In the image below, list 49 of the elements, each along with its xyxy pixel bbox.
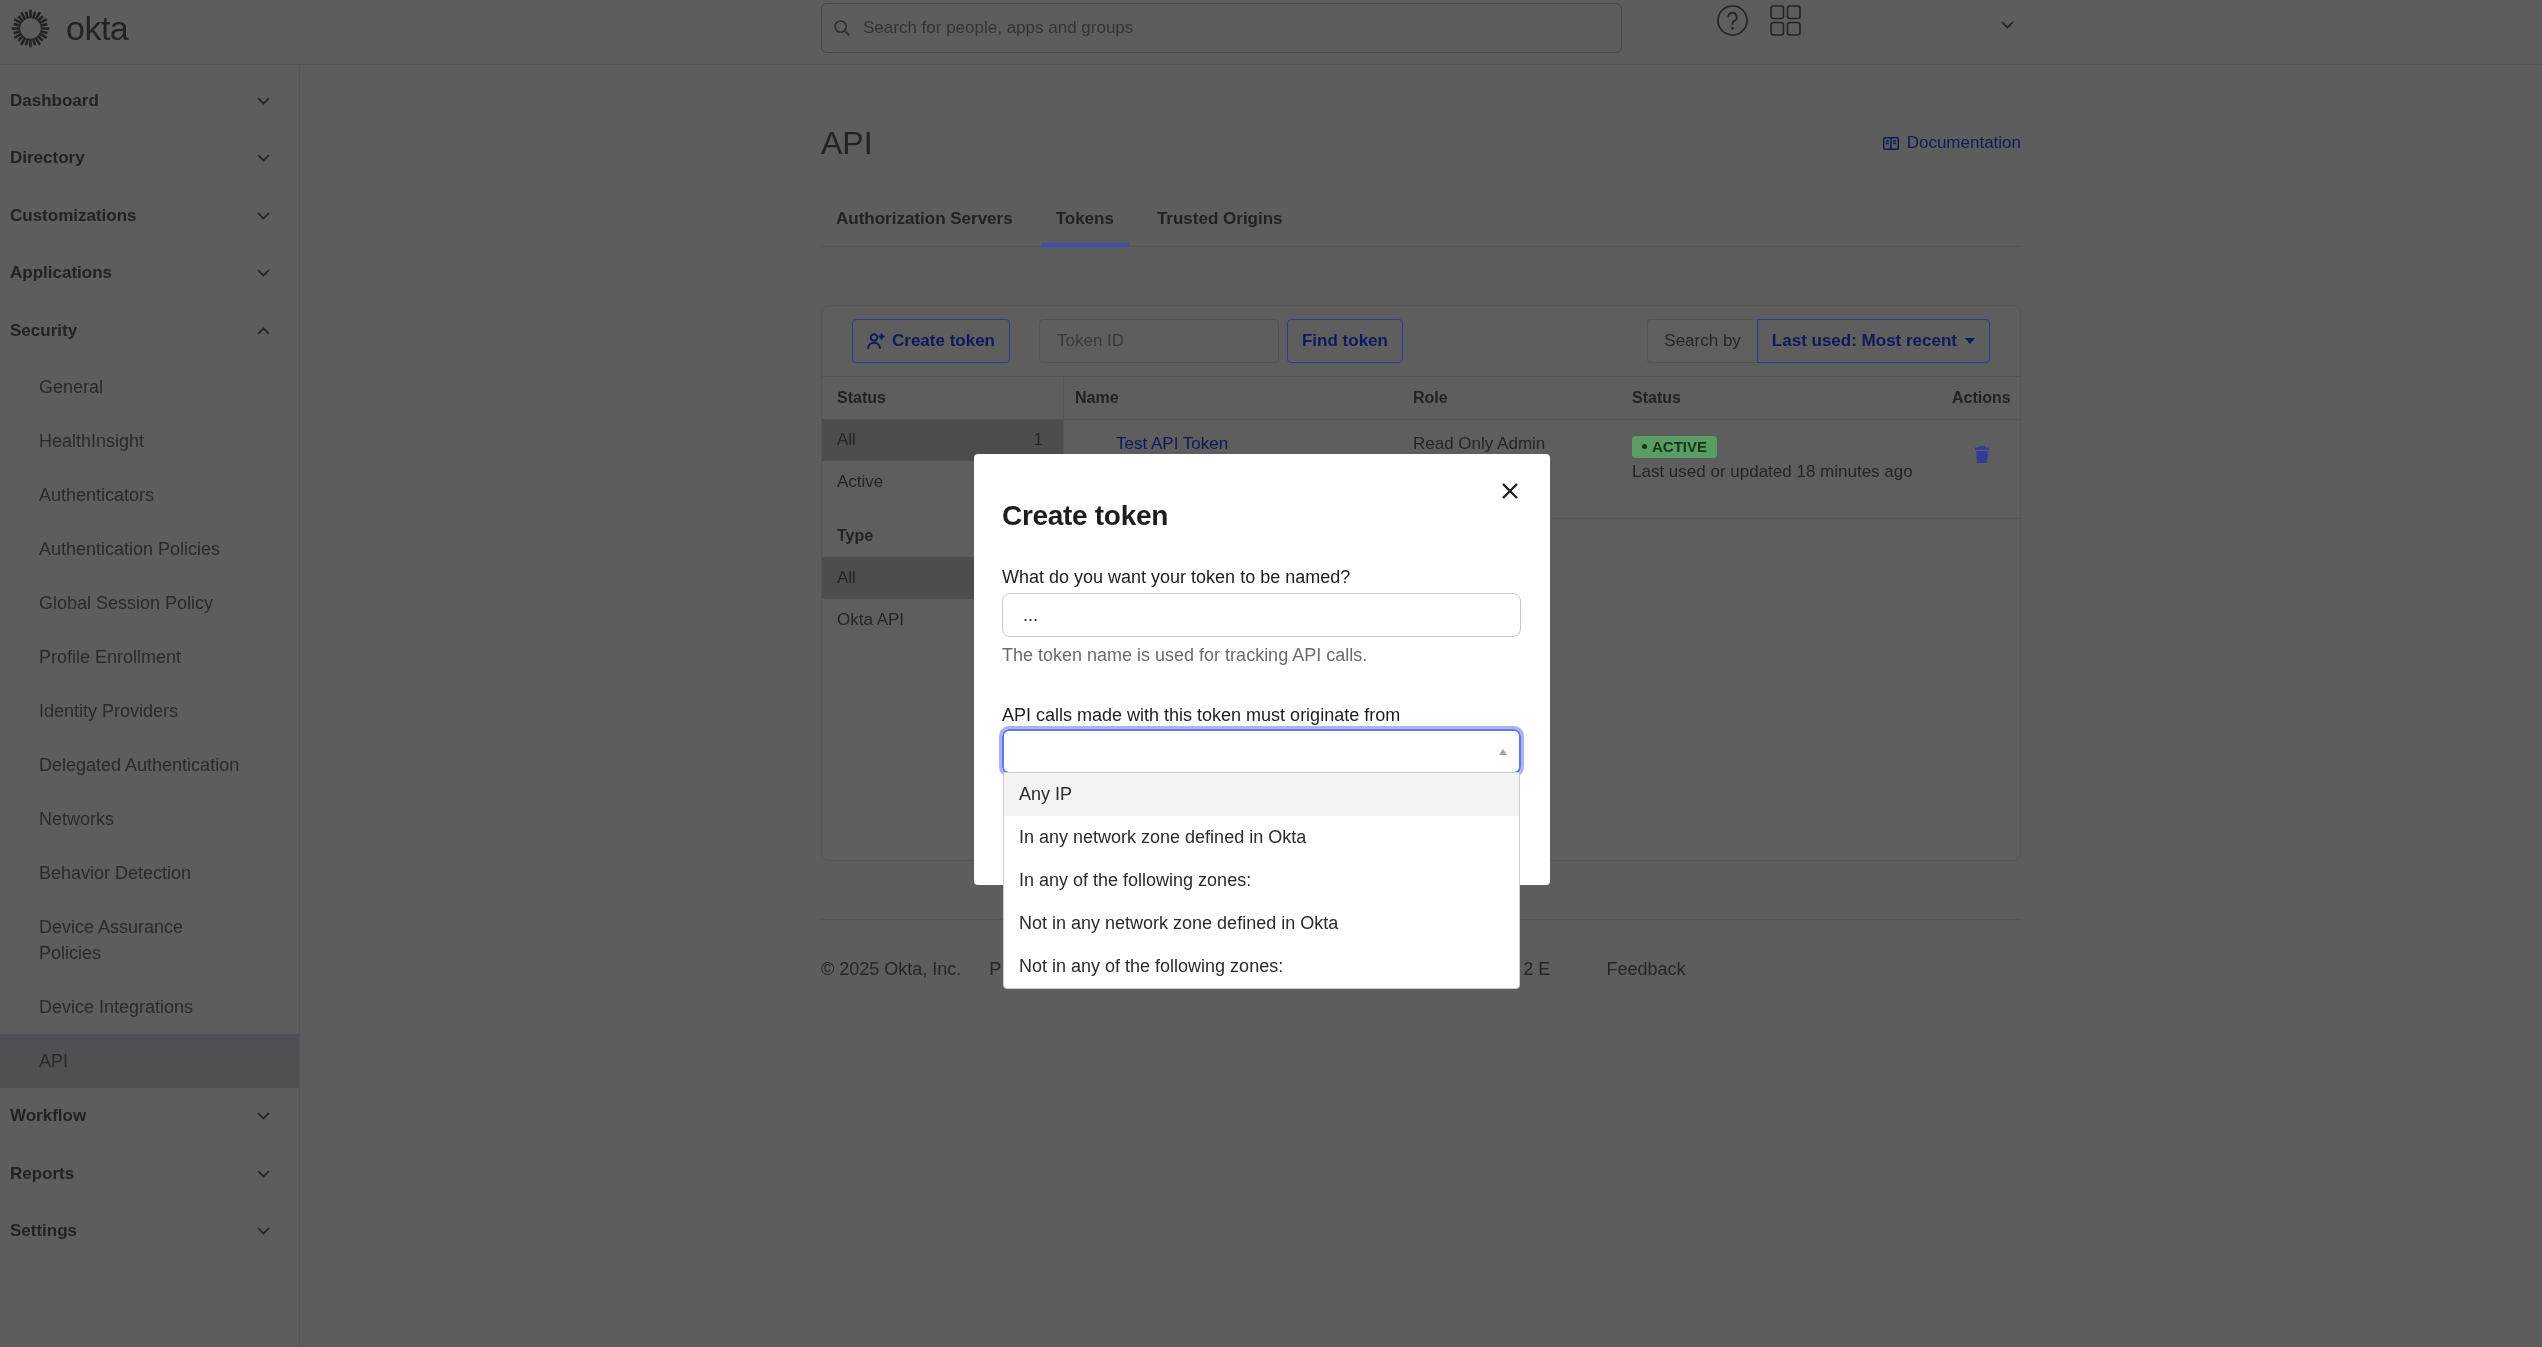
caret-down-icon [1965, 338, 1975, 344]
help-text: The token name is used for tracking API calls. [1002, 644, 1369, 667]
chevron-down-icon[interactable] [2001, 21, 2014, 29]
help-icon[interactable] [1717, 5, 1748, 36]
nav-section[interactable]: Reports [0, 1145, 299, 1203]
last-used-text: Last used or updated 18 minutes ago [1632, 461, 1913, 481]
status-badge: ACTIVE [1632, 435, 1717, 458]
nav-section[interactable]: Workflow [0, 1087, 299, 1145]
dialog-title: Create token [1002, 499, 1169, 533]
token-name-link[interactable]: Test API Token [1116, 434, 1229, 453]
create-token-button[interactable]: Create token [852, 319, 1010, 363]
filter-heading: Status [836, 388, 887, 408]
apps-grid-icon[interactable] [1770, 5, 1801, 36]
tab[interactable]: Tokens [1040, 195, 1129, 247]
column-header: Status [1632, 389, 1681, 406]
find-token-button[interactable]: Find token [1287, 319, 1403, 363]
dropdown-option[interactable]: Any IP [1004, 773, 1519, 816]
caret-up-icon [1499, 748, 1507, 755]
logo-text: okta [66, 8, 129, 48]
column-header: Actions [1952, 389, 2011, 406]
token-name-field[interactable]: ... [1002, 593, 1521, 637]
nav-section[interactable]: Settings [0, 1202, 299, 1260]
footer-link[interactable]: P [989, 957, 1002, 981]
role-text: Read Only Admin [1413, 434, 1546, 453]
page-title: API [821, 124, 873, 163]
logo-icon [11, 8, 50, 48]
person-plus-icon [867, 332, 885, 350]
trash-icon[interactable] [1974, 446, 1989, 463]
book-icon [1882, 136, 1899, 150]
nav-section[interactable]: Security [0, 302, 299, 360]
search-icon [834, 20, 850, 36]
nav-section[interactable]: Dashboard [0, 72, 299, 130]
nav-section[interactable]: Applications [0, 244, 299, 302]
feedback-link[interactable]: Feedback [1606, 957, 1686, 981]
nav-section[interactable]: Customizations [0, 187, 299, 245]
sort-dropdown-button[interactable]: Last used: Most recent [1756, 319, 1990, 363]
documentation-link[interactable]: Documentation [1882, 131, 2021, 155]
tab[interactable]: Trusted Origins [1141, 195, 1298, 247]
dropdown-option[interactable]: In any of the following zones: [1004, 859, 1519, 902]
tab[interactable]: Authorization Servers [821, 195, 1028, 247]
column-header: Role [1413, 389, 1448, 406]
column-header: Name [1075, 389, 1119, 406]
field-label: API calls made with this token must originate from [1002, 704, 1402, 727]
dropdown-option[interactable]: In any network zone defined in Okta [1004, 816, 1519, 859]
dropdown-option[interactable]: Not in any of the following zones: [1004, 945, 1519, 988]
dropdown-option[interactable]: Not in any network zone defined in Okta [1004, 902, 1519, 945]
nav-section[interactable]: Directory [0, 129, 299, 187]
search-by-label: Search by [1647, 319, 1757, 363]
status-dot-icon [1642, 444, 1647, 449]
